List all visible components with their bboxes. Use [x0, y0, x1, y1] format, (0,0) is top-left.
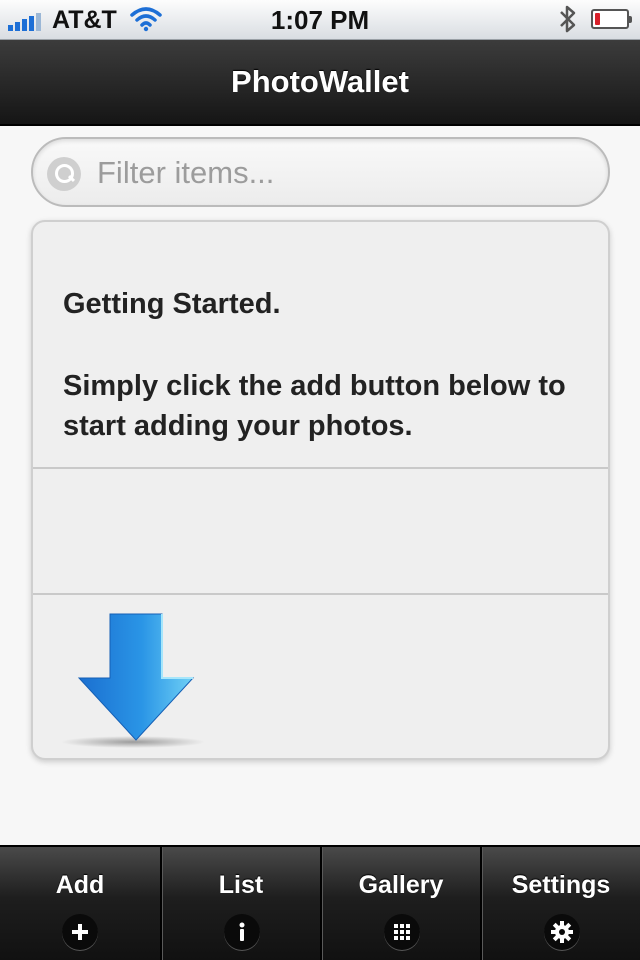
- grid-icon: [384, 914, 420, 950]
- gear-icon: [544, 914, 580, 950]
- down-arrow-icon: [61, 613, 205, 748]
- bluetooth-icon: [558, 4, 578, 41]
- nav-bar: PhotoWallet: [0, 40, 640, 126]
- getting-started-card: Getting Started. Simply click the add bu…: [31, 220, 610, 760]
- battery-icon: [591, 9, 632, 29]
- tab-add-label: Add: [55, 871, 105, 899]
- search-box[interactable]: [31, 137, 610, 207]
- card-body: Simply click the add button below to sta…: [63, 370, 566, 442]
- card-heading: Getting Started.: [63, 288, 281, 320]
- tab-list[interactable]: List: [160, 847, 320, 960]
- tab-gallery[interactable]: Gallery: [320, 847, 480, 960]
- tab-gallery-label: Gallery: [358, 871, 444, 899]
- card-arrow-section: [33, 595, 608, 758]
- status-bar: AT&T 1:07 PM: [0, 0, 640, 40]
- status-time: 1:07 PM: [270, 5, 370, 35]
- tab-bar: Add List Gallery Settings: [0, 845, 640, 960]
- tab-settings-label: Settings: [511, 871, 611, 899]
- plus-icon: [62, 914, 98, 950]
- search-input[interactable]: [97, 151, 592, 195]
- card-text-section: Getting Started. Simply click the add bu…: [33, 222, 608, 469]
- tab-add[interactable]: Add: [0, 847, 160, 960]
- card-empty-section: [33, 469, 608, 595]
- tab-settings[interactable]: Settings: [480, 847, 640, 960]
- tab-list-label: List: [218, 871, 264, 899]
- page-title: PhotoWallet: [231, 64, 409, 99]
- search-icon: [47, 157, 81, 191]
- info-icon: [224, 914, 260, 950]
